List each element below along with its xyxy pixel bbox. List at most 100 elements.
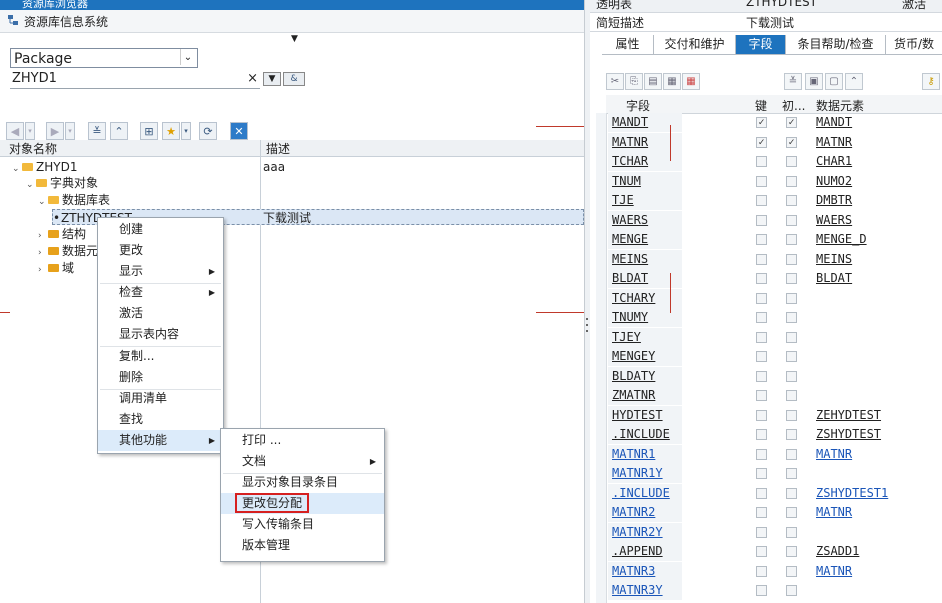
field-row[interactable]: MATNR ✓ ✓ MATNR	[606, 132, 942, 152]
column-object-name[interactable]: 对象名称	[9, 140, 57, 157]
tree-node-dictionary-objects[interactable]: ⌄ 字典对象	[26, 175, 98, 191]
deselect-all-icon[interactable]: ▢	[825, 73, 843, 90]
key-checkbox[interactable]	[756, 273, 767, 284]
data-element[interactable]: MATNR	[816, 562, 852, 581]
menu-item-activate[interactable]: 激活	[98, 303, 223, 324]
data-element[interactable]: MATNR	[816, 445, 852, 464]
field-name[interactable]: MENGEY	[608, 347, 682, 366]
key-checkbox[interactable]	[756, 370, 767, 382]
menu-item-other-functions[interactable]: 其他功能 ▶	[98, 430, 223, 451]
field-row[interactable]: TNUM NUMO2	[606, 171, 942, 191]
initial-checkbox[interactable]	[786, 273, 797, 284]
key-checkbox[interactable]	[756, 214, 767, 226]
menu-item-change-package[interactable]: 更改包分配	[221, 493, 384, 514]
field-name[interactable]: ZMATNR	[608, 386, 682, 405]
tree-node-data-elements[interactable]: › 数据元	[38, 243, 98, 259]
favorite-dropdown-icon[interactable]: ▾	[181, 122, 191, 140]
data-element[interactable]: WAERS	[816, 211, 852, 230]
data-element[interactable]: ZSHYDTEST	[816, 425, 881, 444]
initial-checkbox[interactable]: ✓	[786, 117, 797, 128]
key-checkbox[interactable]	[756, 331, 767, 343]
field-row[interactable]: MENGEY	[606, 347, 942, 366]
menu-item-create[interactable]: 创建	[98, 219, 223, 240]
back-dropdown-icon[interactable]: ▾	[25, 122, 35, 140]
menu-item-display[interactable]: 显示 ▶	[98, 261, 223, 282]
field-row[interactable]: .INCLUDE ZSHYDTEST1	[606, 483, 942, 503]
field-name[interactable]: MENGE	[608, 230, 682, 249]
menu-item-change[interactable]: 更改	[98, 240, 223, 261]
key-checkbox[interactable]	[756, 292, 767, 304]
field-row[interactable]: MATNR1Y	[606, 464, 942, 483]
chevron-down-icon[interactable]: ⌄	[38, 194, 48, 210]
key-checkbox[interactable]	[756, 390, 767, 401]
key-checkbox[interactable]	[756, 351, 767, 362]
key-checkbox[interactable]	[756, 195, 767, 206]
data-element[interactable]: ZSHYDTEST1	[816, 484, 888, 503]
field-name[interactable]: .APPEND	[608, 542, 682, 561]
field-name[interactable]: MATNR3	[608, 561, 682, 581]
key-checkbox[interactable]	[756, 156, 767, 167]
key-checkbox[interactable]	[756, 468, 767, 479]
hierarchy-icon[interactable]: ⊞	[140, 122, 158, 140]
field-name[interactable]: TNUM	[608, 171, 682, 191]
chevron-right-icon[interactable]: ›	[38, 228, 48, 244]
field-row[interactable]: MATNR2Y	[606, 522, 942, 542]
object-name-input[interactable]: ZHYD1 ×	[10, 70, 260, 89]
close-tree-icon[interactable]: ✕	[230, 122, 248, 140]
initial-checkbox[interactable]	[786, 195, 797, 206]
field-row[interactable]: MEINS MEINS	[606, 249, 942, 269]
chevron-right-icon[interactable]: ›	[38, 245, 48, 261]
collapse-up-icon[interactable]: ⌃	[845, 73, 863, 90]
data-element[interactable]: NUMO2	[816, 172, 852, 191]
data-element[interactable]: MATNR	[816, 503, 852, 522]
menu-item-display-contents[interactable]: 显示表内容	[98, 324, 223, 345]
field-row[interactable]: HYDTEST ZEHYDTEST	[606, 405, 942, 425]
favorite-star-icon[interactable]: ★	[162, 122, 180, 140]
data-element[interactable]: MATNR	[816, 133, 852, 152]
menu-item-print[interactable]: 打印 ...	[221, 430, 384, 451]
key-checkbox[interactable]	[756, 175, 767, 187]
key-checkbox[interactable]	[756, 253, 767, 265]
tab-delivery[interactable]: 交付和维护	[654, 35, 736, 54]
initial-checkbox[interactable]	[786, 565, 797, 577]
object-type-select[interactable]: Package ⌄	[10, 48, 198, 68]
key-checkbox[interactable]: ✓	[756, 136, 767, 148]
small-dropdown-arrow-icon[interactable]: ▼	[291, 34, 298, 44]
delete-row-icon[interactable]: ▦	[682, 73, 700, 90]
initial-checkbox[interactable]	[786, 234, 797, 245]
tree-node-domains[interactable]: › 域	[38, 260, 74, 276]
field-row[interactable]: MATNR3 MATNR	[606, 561, 942, 581]
data-element[interactable]: ZSADD1	[816, 542, 859, 561]
field-row[interactable]: BLDAT BLDAT	[606, 269, 942, 288]
paste-icon[interactable]: ▤	[644, 73, 662, 90]
data-element[interactable]: MANDT	[816, 113, 852, 132]
field-name[interactable]: MATNR2	[608, 503, 682, 522]
field-row[interactable]: ZMATNR	[606, 386, 942, 405]
field-name[interactable]: MATNR1Y	[608, 464, 682, 483]
tree-node-structures[interactable]: › 结构	[38, 226, 86, 242]
field-name[interactable]: TJE	[608, 191, 682, 210]
initial-checkbox[interactable]	[786, 253, 797, 265]
initial-checkbox[interactable]	[786, 292, 797, 304]
key-checkbox[interactable]	[756, 565, 767, 577]
field-row[interactable]: MATNR3Y	[606, 581, 942, 600]
field-row[interactable]: WAERS WAERS	[606, 210, 942, 230]
initial-checkbox[interactable]	[786, 370, 797, 382]
insert-row-icon[interactable]: ▦	[663, 73, 681, 90]
data-element[interactable]: MENGE_D	[816, 230, 867, 249]
initial-checkbox[interactable]	[786, 487, 797, 499]
data-element[interactable]: BLDAT	[816, 269, 852, 288]
column-description[interactable]: 描述	[266, 140, 290, 157]
tab-input-help[interactable]: 条目帮助/检查	[786, 35, 886, 54]
forward-dropdown-icon[interactable]: ▾	[65, 122, 75, 140]
menu-item-copy[interactable]: 复制...	[98, 346, 223, 367]
initial-checkbox[interactable]	[786, 351, 797, 362]
field-row[interactable]: BLDATY	[606, 366, 942, 386]
field-name[interactable]: MATNR2Y	[608, 522, 682, 542]
menu-item-documentation[interactable]: 文档 ▶	[221, 451, 384, 472]
initial-checkbox[interactable]	[786, 156, 797, 167]
key-checkbox[interactable]	[756, 429, 767, 440]
copy-icon[interactable]: ⎘	[625, 73, 643, 90]
initial-checkbox[interactable]	[786, 312, 797, 323]
dropdown-button[interactable]: ▼	[263, 72, 281, 86]
